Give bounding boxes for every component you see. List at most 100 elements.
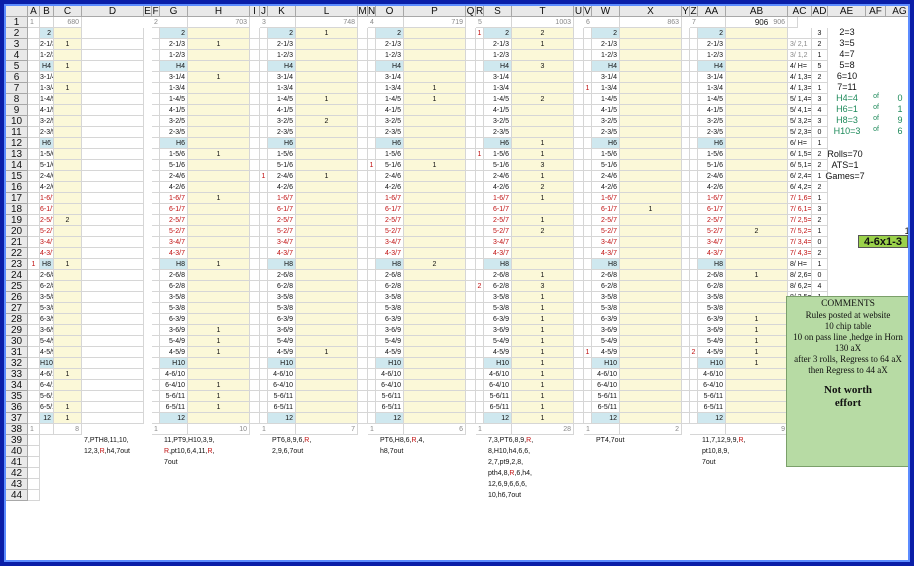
roll-count[interactable]	[404, 347, 466, 358]
roll-count[interactable]: 1	[726, 358, 788, 369]
roll-count[interactable]	[404, 226, 466, 237]
roll-count[interactable]	[726, 413, 788, 424]
roll-count[interactable]	[296, 72, 358, 83]
roll-count[interactable]	[404, 182, 466, 193]
column-header[interactable]: D	[82, 6, 144, 17]
roll-count[interactable]	[54, 314, 82, 325]
roll-count[interactable]	[620, 193, 682, 204]
row-header[interactable]: 1	[6, 17, 28, 28]
row-header[interactable]: 22	[6, 248, 28, 259]
roll-count[interactable]	[188, 138, 250, 149]
roll-count[interactable]	[726, 94, 788, 105]
roll-count[interactable]	[296, 292, 358, 303]
column-header[interactable]: AC	[788, 6, 812, 17]
roll-count[interactable]: 1	[54, 402, 82, 413]
column-header[interactable]: K	[268, 6, 296, 17]
roll-count[interactable]: 1	[296, 28, 358, 39]
roll-count[interactable]	[54, 204, 82, 215]
column-header[interactable]: O	[376, 6, 404, 17]
roll-count[interactable]: 1	[512, 171, 574, 182]
roll-count[interactable]	[726, 61, 788, 72]
row-header[interactable]: 36	[6, 402, 28, 413]
roll-count[interactable]: 2	[726, 226, 788, 237]
column-header[interactable]: C	[54, 6, 82, 17]
roll-count[interactable]: 1	[54, 83, 82, 94]
roll-count[interactable]	[726, 402, 788, 413]
row-header[interactable]: 38	[6, 424, 28, 435]
roll-count[interactable]	[620, 226, 682, 237]
roll-count[interactable]: 1	[726, 347, 788, 358]
roll-count[interactable]	[188, 160, 250, 171]
row-header[interactable]: 11	[6, 127, 28, 138]
roll-count[interactable]	[726, 391, 788, 402]
roll-count[interactable]: 1	[726, 314, 788, 325]
roll-count[interactable]	[404, 105, 466, 116]
roll-count[interactable]	[404, 72, 466, 83]
roll-count[interactable]: 2	[512, 226, 574, 237]
roll-count[interactable]	[726, 215, 788, 226]
roll-count[interactable]	[512, 83, 574, 94]
roll-count[interactable]	[296, 182, 358, 193]
roll-count[interactable]	[620, 61, 682, 72]
roll-count[interactable]	[54, 127, 82, 138]
roll-count[interactable]	[296, 270, 358, 281]
roll-count[interactable]	[726, 303, 788, 314]
roll-count[interactable]	[512, 127, 574, 138]
roll-count[interactable]: 1	[512, 336, 574, 347]
roll-count[interactable]	[620, 325, 682, 336]
roll-count[interactable]	[620, 281, 682, 292]
roll-count[interactable]	[620, 248, 682, 259]
roll-count[interactable]	[620, 347, 682, 358]
roll-count[interactable]	[54, 94, 82, 105]
roll-count[interactable]	[296, 127, 358, 138]
roll-count[interactable]: 1	[404, 160, 466, 171]
column-header[interactable]: Z	[690, 6, 698, 17]
row-header[interactable]: 31	[6, 347, 28, 358]
roll-count[interactable]	[620, 83, 682, 94]
roll-count[interactable]: 1	[54, 259, 82, 270]
roll-count[interactable]: 1	[512, 325, 574, 336]
roll-count[interactable]	[188, 83, 250, 94]
roll-count[interactable]	[188, 369, 250, 380]
roll-count[interactable]	[404, 391, 466, 402]
roll-count[interactable]: 1	[188, 380, 250, 391]
column-header[interactable]: S	[484, 6, 512, 17]
roll-count[interactable]	[296, 259, 358, 270]
roll-count[interactable]	[620, 160, 682, 171]
roll-count[interactable]	[620, 149, 682, 160]
roll-count[interactable]	[726, 292, 788, 303]
column-header[interactable]: H	[188, 6, 250, 17]
roll-count[interactable]	[404, 325, 466, 336]
column-header[interactable]: M	[358, 6, 368, 17]
row-header[interactable]: 7	[6, 83, 28, 94]
column-header[interactable]: E	[144, 6, 152, 17]
column-header[interactable]: W	[592, 6, 620, 17]
roll-count[interactable]	[188, 50, 250, 61]
roll-count[interactable]	[726, 138, 788, 149]
roll-count[interactable]: 1	[404, 94, 466, 105]
roll-count[interactable]	[296, 61, 358, 72]
roll-count[interactable]	[726, 39, 788, 50]
roll-count[interactable]: 1	[512, 193, 574, 204]
row-header[interactable]: 3	[6, 39, 28, 50]
roll-count[interactable]	[54, 171, 82, 182]
roll-count[interactable]	[620, 116, 682, 127]
roll-count[interactable]	[188, 28, 250, 39]
roll-count[interactable]	[296, 39, 358, 50]
roll-count[interactable]	[404, 149, 466, 160]
roll-count[interactable]	[296, 336, 358, 347]
row-header[interactable]: 41	[6, 457, 28, 468]
roll-count[interactable]	[296, 391, 358, 402]
roll-count[interactable]	[620, 171, 682, 182]
roll-count[interactable]	[620, 413, 682, 424]
roll-count[interactable]: 3	[512, 281, 574, 292]
comments-box[interactable]: COMMENTS Rules posted at website 10 chip…	[786, 296, 908, 467]
row-header[interactable]: 29	[6, 325, 28, 336]
roll-count[interactable]: 3	[512, 61, 574, 72]
roll-count[interactable]	[512, 50, 574, 61]
roll-count[interactable]: 1	[512, 270, 574, 281]
roll-count[interactable]	[296, 193, 358, 204]
roll-count[interactable]: 2	[404, 259, 466, 270]
roll-count[interactable]	[404, 61, 466, 72]
roll-count[interactable]	[512, 237, 574, 248]
